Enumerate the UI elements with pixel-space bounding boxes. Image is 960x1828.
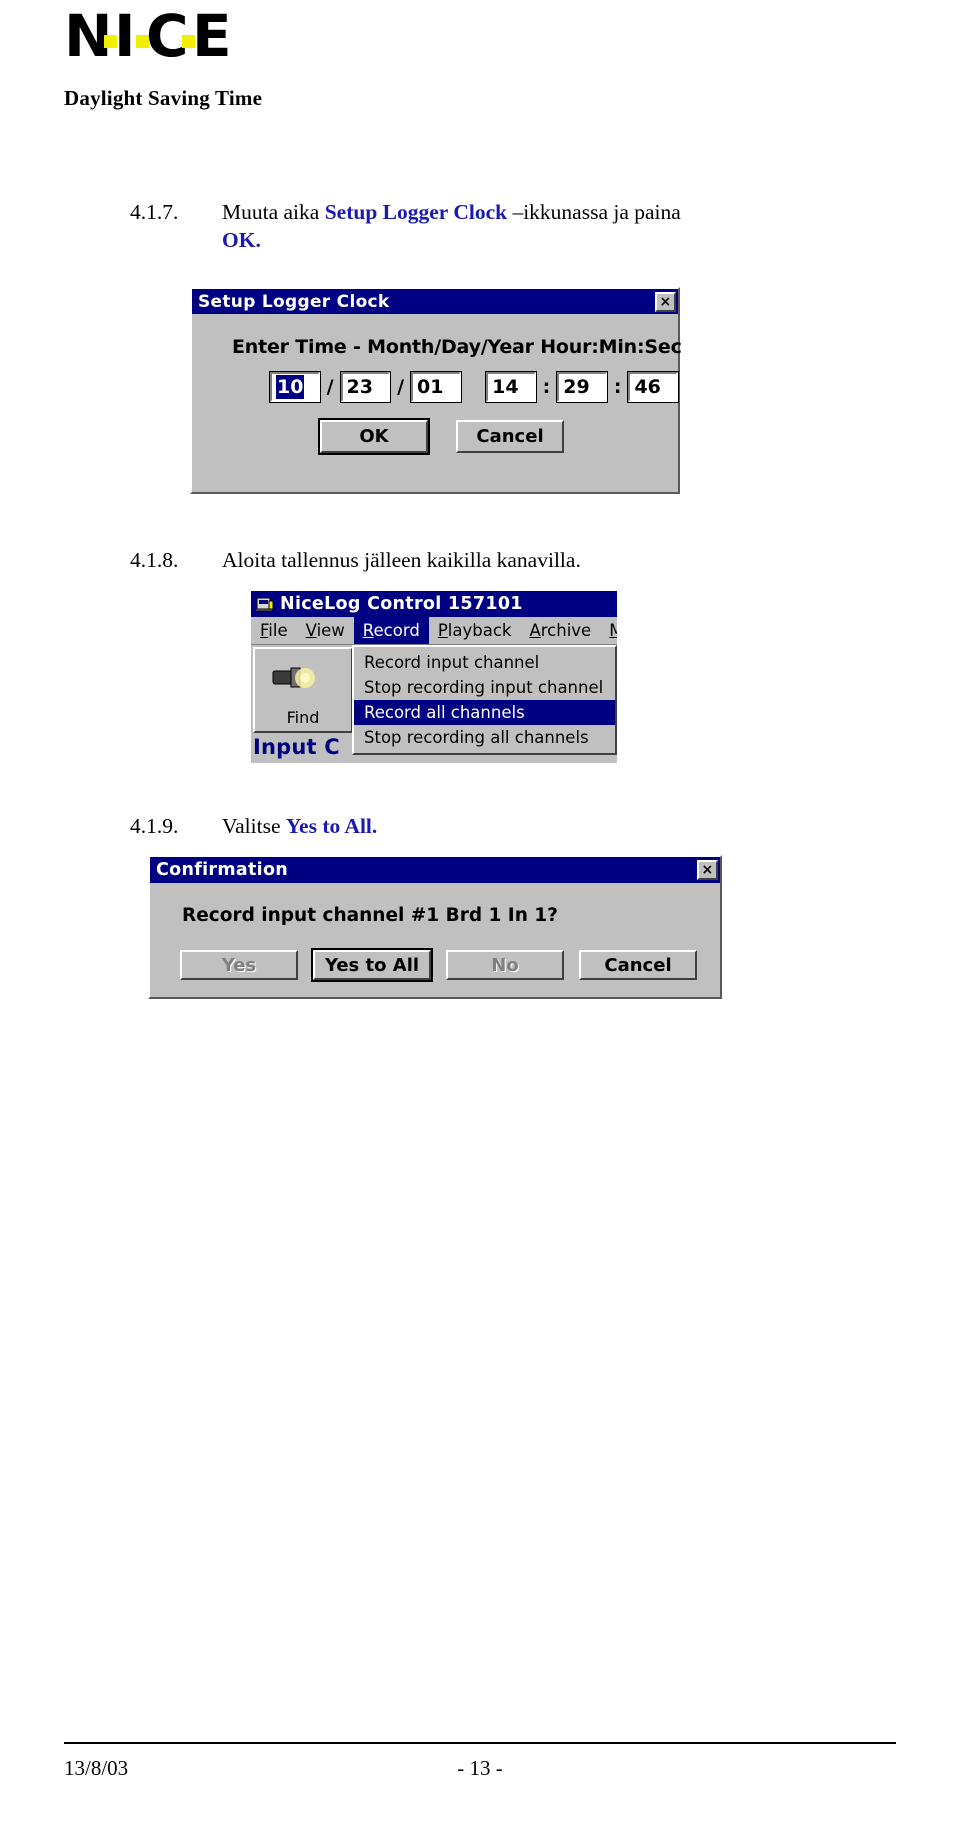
- nicelog-titlebar[interactable]: NiceLog Control 157101: [251, 591, 617, 617]
- step-4-1-8-text: Aloita tallennus jälleen kaikilla kanavi…: [222, 546, 692, 574]
- date-separator-2: /: [397, 376, 405, 398]
- step-4-1-9-part1: Valitse: [222, 814, 286, 838]
- menu-view[interactable]: View: [297, 617, 354, 644]
- step-4-1-9-number: 4.1.9.: [130, 814, 179, 838]
- menu-file[interactable]: File: [251, 617, 297, 644]
- footer-divider: [64, 1742, 896, 1744]
- menu-record[interactable]: Record: [353, 617, 429, 644]
- nicelog-body: Find Input C Record input channel Stop r…: [251, 645, 617, 763]
- no-button[interactable]: No: [446, 950, 564, 980]
- time-separator-2: :: [613, 376, 622, 398]
- menu-archive[interactable]: Archive: [520, 617, 600, 644]
- menu-mai[interactable]: Mai: [600, 617, 617, 644]
- menu-playback[interactable]: Playback: [429, 617, 521, 644]
- footer-page-number: - 13 -: [457, 1756, 503, 1780]
- record-menu-dropdown: Record input channel Stop recording inpu…: [352, 645, 617, 755]
- step-4-1-7-text: Muuta aika Setup Logger Clock –ikkunassa…: [222, 198, 692, 254]
- step-4-1-9-keyword1: Yes to All.: [285, 814, 378, 838]
- month-input[interactable]: 10: [269, 371, 321, 403]
- logo-letter-e: E: [192, 2, 232, 70]
- menu-item-stop-recording-all-channels[interactable]: Stop recording all channels: [354, 725, 615, 750]
- page-header: N I C E Daylight Saving Time: [64, 2, 884, 111]
- step-4-1-7-part2: –ikkunassa ja paina: [507, 200, 681, 224]
- hour-input[interactable]: 14: [485, 371, 537, 403]
- menu-item-record-input-channel[interactable]: Record input channel: [354, 650, 615, 675]
- logo-letter-c: C: [146, 2, 189, 70]
- nice-logo: N I C E: [64, 2, 232, 70]
- close-icon[interactable]: ×: [697, 860, 718, 880]
- enter-time-label: Enter Time - Month/Day/Year Hour:Min:Sec: [232, 336, 682, 358]
- nicelog-control-window: NiceLog Control 157101 File View Record …: [249, 589, 617, 763]
- input-channel-partial-label: Input C: [253, 735, 340, 759]
- find-label: Find: [286, 708, 320, 727]
- nicelog-title-text: NiceLog Control 157101: [280, 594, 523, 614]
- nicelog-menubar: File View Record Playback Archive Mai: [251, 617, 617, 645]
- step-4-1-7-keyword2: OK.: [222, 228, 261, 252]
- nicelog-app-icon: [255, 595, 275, 613]
- confirmation-dialog: Confirmation × Record input channel #1 B…: [148, 855, 722, 999]
- cancel-button[interactable]: Cancel: [456, 420, 564, 453]
- yes-button[interactable]: Yes: [180, 950, 298, 980]
- cancel-button[interactable]: Cancel: [579, 950, 697, 980]
- time-separator-1: :: [542, 376, 551, 398]
- second-input[interactable]: 46: [627, 371, 679, 403]
- close-icon[interactable]: ×: [655, 291, 676, 312]
- step-4-1-8-part1: Aloita tallennus jälleen kaikilla kanavi…: [222, 548, 581, 572]
- date-separator-1: /: [326, 376, 334, 398]
- menu-item-record-all-channels[interactable]: Record all channels: [354, 700, 615, 725]
- step-4-1-8: 4.1.8. Aloita tallennus jälleen kaikilla…: [130, 546, 690, 574]
- menu-item-stop-recording-input-channel[interactable]: Stop recording input channel: [354, 675, 615, 700]
- confirmation-titlebar[interactable]: Confirmation ×: [150, 857, 720, 883]
- setup-logger-clock-dialog: Setup Logger Clock × Enter Time - Month/…: [190, 287, 682, 494]
- clock-dialog-buttons: OK Cancel: [318, 418, 678, 455]
- flashlight-icon: [269, 657, 317, 701]
- step-4-1-7-number: 4.1.7.: [130, 200, 179, 224]
- setup-logger-clock-title: Setup Logger Clock: [198, 291, 390, 312]
- step-4-1-8-number: 4.1.8.: [130, 548, 179, 572]
- step-4-1-7: 4.1.7. Muuta aika Setup Logger Clock –ik…: [130, 198, 690, 254]
- setup-logger-clock-titlebar[interactable]: Setup Logger Clock ×: [192, 289, 678, 314]
- find-toolbar-button[interactable]: Find: [253, 647, 353, 733]
- ok-button[interactable]: OK: [318, 418, 430, 455]
- minute-input[interactable]: 29: [556, 371, 608, 403]
- logo-letter-i: I: [114, 2, 136, 70]
- confirmation-buttons: Yes Yes to All No Cancel: [180, 948, 720, 982]
- day-input[interactable]: 23: [339, 371, 392, 403]
- document-subtitle: Daylight Saving Time: [64, 86, 263, 110]
- year-input[interactable]: 01: [410, 371, 462, 403]
- step-4-1-9: 4.1.9. Valitse Yes to All.: [130, 812, 690, 840]
- step-4-1-7-part1: Muuta aika: [222, 200, 325, 224]
- confirmation-message: Record input channel #1 Brd 1 In 1?: [182, 905, 558, 926]
- yes-to-all-button[interactable]: Yes to All: [311, 948, 433, 982]
- confirmation-title-text: Confirmation: [156, 860, 289, 880]
- step-4-1-9-text: Valitse Yes to All.: [222, 812, 692, 840]
- step-4-1-7-keyword1: Setup Logger Clock: [324, 200, 508, 224]
- time-entry-fields: 10 / 23 / 01 14 : 29 : 46: [269, 371, 679, 403]
